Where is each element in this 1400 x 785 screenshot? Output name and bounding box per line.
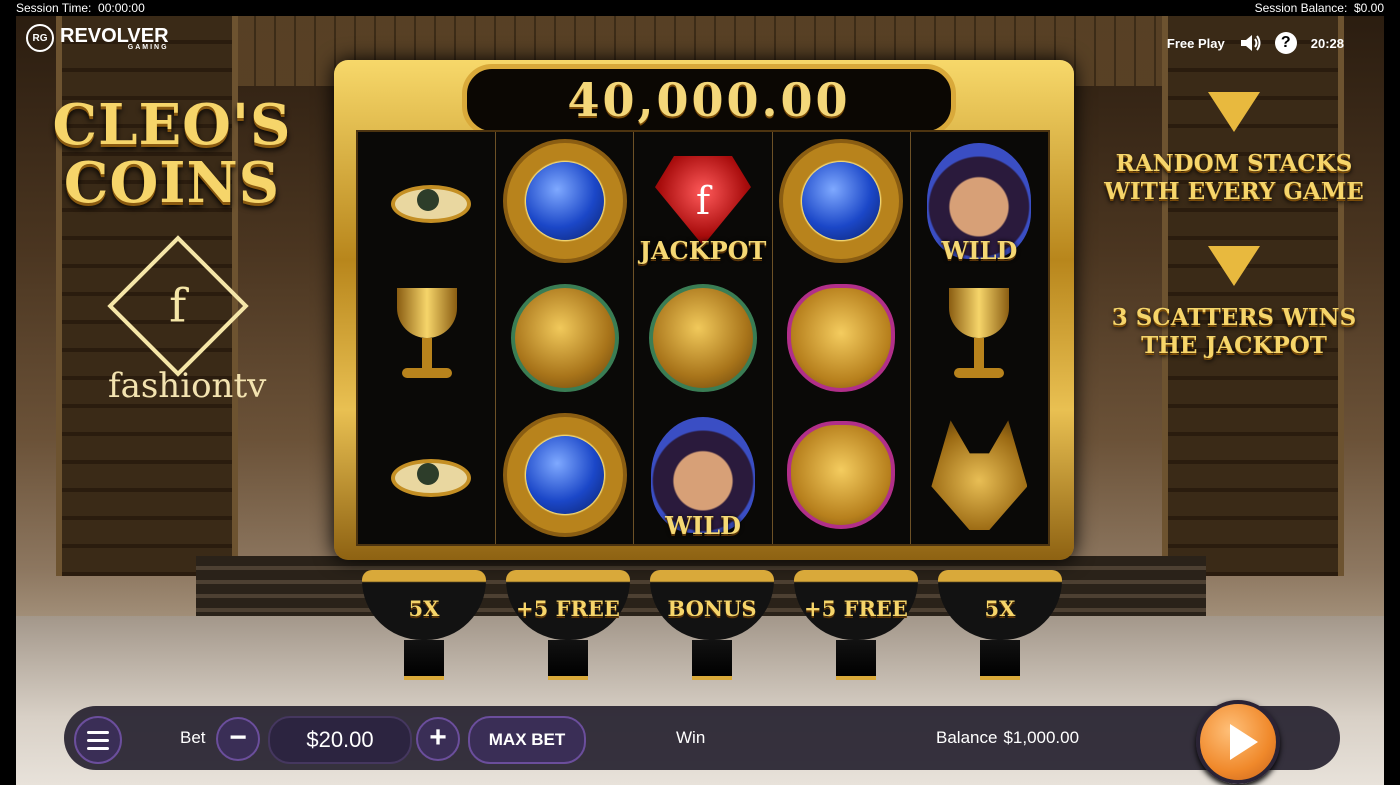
session-bar: Session Time: 00:00:00 Session Balance: … [0,0,1400,16]
help-icon[interactable]: ? [1274,32,1297,54]
wild-label: WILD [941,236,1018,266]
session-balance: Session Balance: $0.00 [1254,1,1384,15]
revolver-logo: RG REVOLVER GAMING [26,24,169,52]
sapphire-coin-symbol [496,132,633,269]
chalice-symbol [911,269,1048,406]
falcon-symbol [496,269,633,406]
feature-scatters: 3 SCATTERS WINS THE JACKPOT [1111,304,1357,359]
bowl-1: 5X [362,570,486,680]
reel-3: f JACKPOT WILD [634,132,773,544]
feature-random-stacks: RANDOM STACKS WITH EVERY GAME [1104,150,1364,205]
bowl-2: +5 FREE [506,570,630,680]
increase-bet-button[interactable]: + [416,717,460,761]
queen-wild-symbol: WILD [911,132,1048,269]
title-line-1: CLEO'S [52,92,292,158]
jackpot-amount: 40,000.00 [462,64,956,136]
jackpot-symbol: f JACKPOT [634,132,771,269]
fashiontv-logo: f fashiontv [107,235,266,406]
sapphire-coin-symbol [496,407,633,544]
control-bar: Bet − $20.00 + MAX BET Win Balance $1,000… [64,700,1340,784]
sapphire-coin-symbol [773,132,910,269]
free-play-label: Free Play [1166,35,1225,51]
bet-label: Bet [180,728,206,747]
reel-5: WILD [911,132,1048,544]
reel-grid: f JACKPOT WILD WILD [356,130,1050,546]
bowl-4: +5 FREE [794,570,918,680]
cat-symbol [773,407,910,544]
reel-4 [773,132,911,544]
jackpot-label: JACKPOT [639,236,767,266]
reel-2 [496,132,635,544]
top-right-bar: Free Play ? 20:28 [1167,32,1344,54]
game-stage: RG REVOLVER GAMING CLEO'S COINS f fashion… [16,16,1384,785]
wild-label: WILD [665,510,741,540]
bowl-3: BONUS [650,570,774,680]
eye-of-horus-symbol [358,132,495,269]
chevron-down-icon [1208,92,1260,132]
title-line-2: COINS [63,150,281,216]
spin-button[interactable] [1196,700,1280,784]
max-bet-button[interactable]: MAX BET [468,716,586,764]
bowl-5: 5X [938,570,1062,680]
cat-symbol [773,269,910,406]
feature-panel: RANDOM STACKS WITH EVERY GAME 3 SCATTERS… [1104,86,1364,360]
speaker-icon[interactable] [1239,34,1261,52]
reel-frame: 40,000.00 f JACKPOT WILD WILD [334,60,1074,560]
game-title-logo: CLEO'S COINS [42,96,302,212]
eye-of-horus-symbol [358,407,495,544]
decrease-bet-button[interactable]: − [216,717,260,761]
win-label: Win [676,728,706,747]
chevron-down-icon [1208,246,1260,286]
ftv-gem-icon: f [655,155,751,246]
falcon-symbol [634,269,771,406]
queen-wild-symbol: WILD [634,407,771,544]
chalice-symbol [358,269,495,406]
bonus-bowls: 5X +5 FREE BONUS +5 FREE 5X [362,570,1062,680]
ftv-diamond-icon: f [107,235,249,377]
clock: 20:28 [1310,35,1344,51]
balance-value: $1,000.00 [1003,728,1080,747]
menu-icon[interactable] [74,716,122,764]
session-time: Session Time: 00:00:00 [16,1,145,15]
bet-amount: $20.00 [268,716,412,764]
balance-display: Balance $1,000.00 [936,728,1080,747]
jackal-symbol [911,407,1048,544]
reel-1 [358,132,497,544]
rg-mark: RG [26,24,54,52]
